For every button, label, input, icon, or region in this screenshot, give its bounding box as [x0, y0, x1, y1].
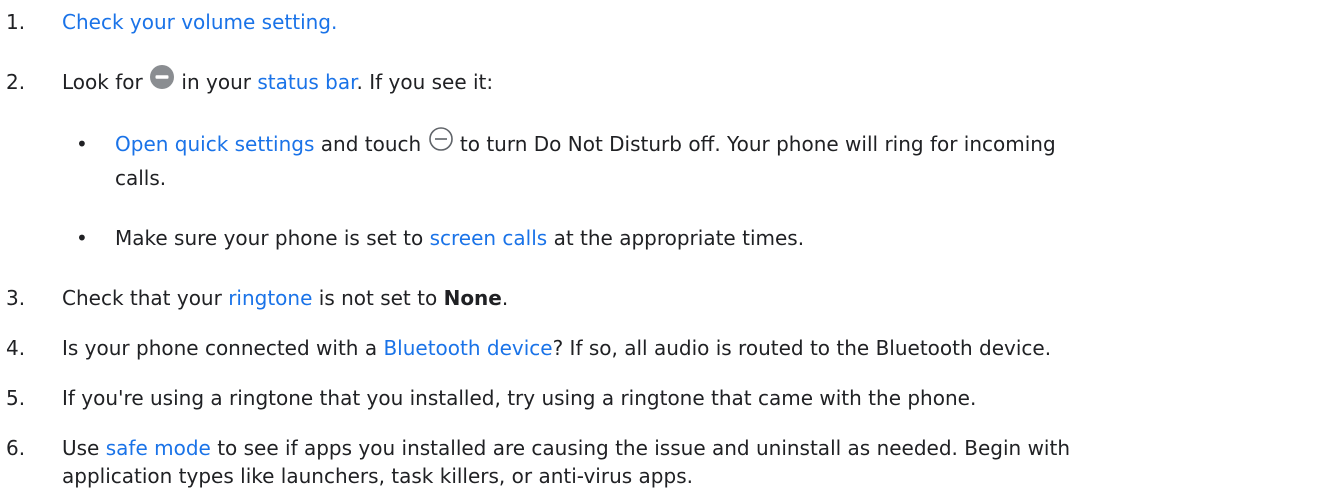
- bullet-text: Make sure your phone is set to screen ca…: [115, 226, 805, 250]
- item-text: Is your phone connected with a Bluetooth…: [62, 336, 1052, 360]
- ringtone-link[interactable]: ringtone: [228, 286, 312, 310]
- item-number: 2.: [6, 70, 26, 94]
- bullet-text: Open quick settings and touch to turn Do…: [115, 126, 1056, 163]
- item-text: Look for in your status bar. If you see …: [62, 64, 493, 101]
- do-not-disturb-filled-icon: [149, 64, 175, 99]
- bullet-marker: •: [76, 226, 88, 250]
- do-not-disturb-outline-icon: [428, 126, 454, 161]
- item-text: If you're using a ringtone that you inst…: [62, 386, 977, 410]
- item-number: 4.: [6, 336, 26, 360]
- volume-setting-link[interactable]: Check your volume setting.: [62, 10, 337, 34]
- open-quick-settings-link[interactable]: Open quick settings: [115, 132, 314, 156]
- ringtone-none-value: None: [443, 286, 502, 310]
- item-number: 6.: [6, 436, 26, 460]
- item-number: 3.: [6, 286, 26, 310]
- item-number: 1.: [6, 10, 26, 34]
- item-number: 5.: [6, 386, 26, 410]
- screen-calls-link[interactable]: screen calls: [430, 226, 548, 250]
- item-text: Check your volume setting.: [62, 6, 337, 38]
- bullet-marker: •: [76, 132, 88, 156]
- bluetooth-device-link[interactable]: Bluetooth device: [383, 336, 552, 360]
- item-text: Check that your ringtone is not set to N…: [62, 286, 509, 310]
- troubleshooting-steps: 1. Check your volume setting. 2. Look fo…: [0, 0, 1319, 502]
- status-bar-link[interactable]: status bar: [257, 70, 356, 94]
- safe-mode-link[interactable]: safe mode: [106, 436, 211, 460]
